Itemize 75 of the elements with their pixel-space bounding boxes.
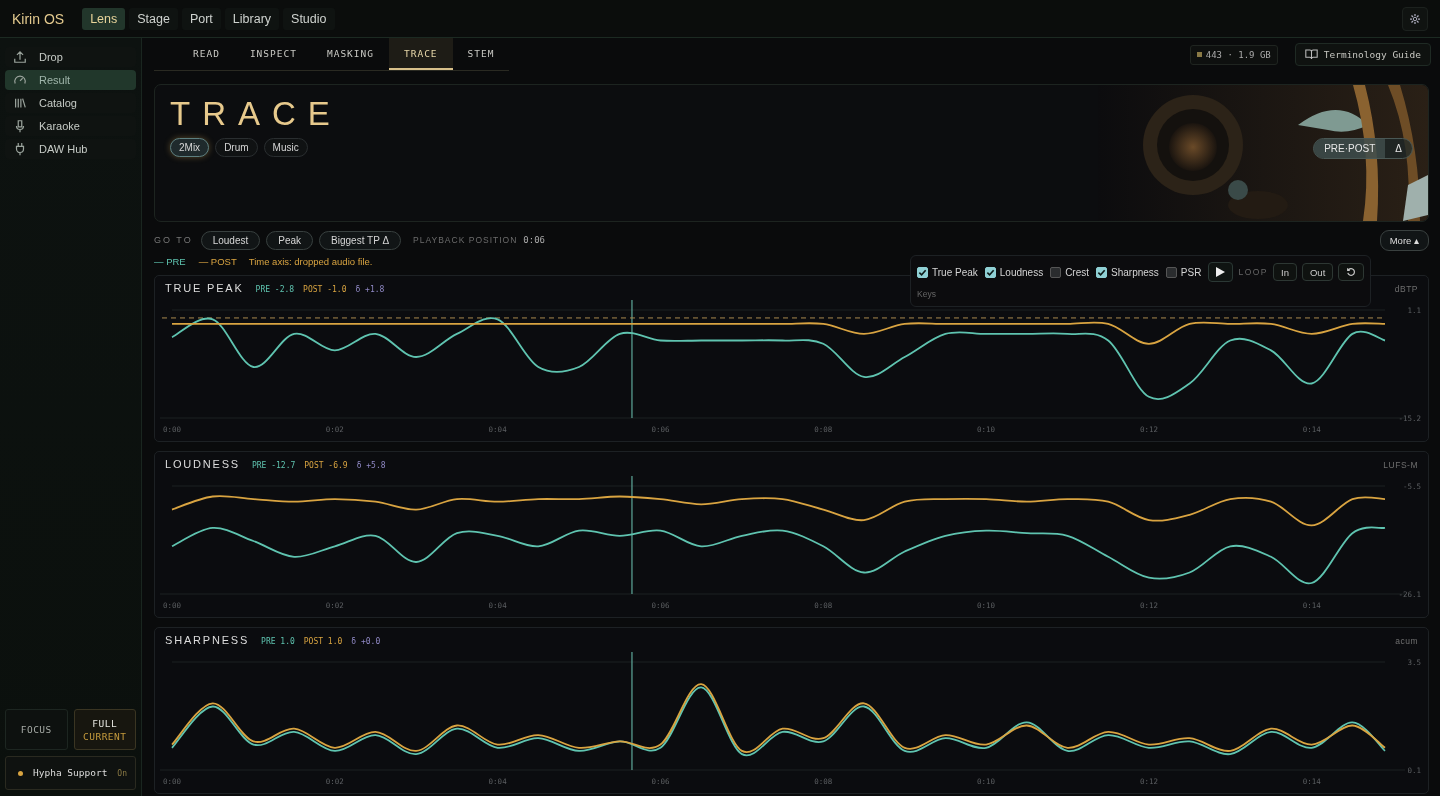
page-title: TRACE <box>170 95 342 133</box>
post-value: POST -6.9 <box>304 461 348 470</box>
post-value: POST 1.0 <box>303 637 343 646</box>
reset-icon <box>1346 267 1357 277</box>
section-tab[interactable]: MASKING <box>311 38 389 70</box>
loop-point-button[interactable]: In <box>1273 263 1297 281</box>
section-tab[interactable]: READ <box>178 38 235 70</box>
series-checkbox[interactable]: Sharpness <box>1096 266 1159 278</box>
nav-tab[interactable]: Stage <box>129 7 178 30</box>
unit-label: dBTP <box>1394 284 1418 294</box>
checkbox[interactable] <box>1096 266 1108 278</box>
view-mode-button[interactable]: FULL CURRENT <box>73 709 136 750</box>
jump-button[interactable]: Loudest <box>200 230 261 250</box>
legend-post: — POST <box>198 255 237 267</box>
goto-label: GO TO <box>154 235 193 245</box>
source-chip[interactable]: Drum <box>215 138 258 157</box>
view-mode-button[interactable]: FOCUS <box>5 709 68 750</box>
source-chip[interactable]: 2Mix <box>170 138 210 157</box>
checkbox[interactable] <box>1050 266 1062 278</box>
post-value: POST -1.0 <box>303 285 347 294</box>
delta-value: δ +1.8 <box>355 285 385 294</box>
terminology-guide-button[interactable]: Terminology Guide <box>1294 43 1431 66</box>
unit-label: acum <box>1395 636 1418 646</box>
chart-title: SHARPNESS <box>165 634 250 646</box>
series-checkbox[interactable]: Crest <box>1050 266 1090 278</box>
pre-value: PRE -2.8 <box>255 285 295 294</box>
nav-tab[interactable]: Lens <box>82 7 126 30</box>
reset-loop-button[interactable] <box>1338 263 1365 281</box>
compare-toggle[interactable]: Δ <box>1385 139 1412 158</box>
source-chip[interactable]: Music <box>263 138 308 157</box>
checkbox[interactable] <box>917 266 928 278</box>
series-checkbox[interactable]: Loudness <box>984 266 1044 278</box>
upload-icon <box>13 50 27 64</box>
unit-label: LUFS-M <box>1383 460 1418 470</box>
checkbox[interactable] <box>1165 266 1177 278</box>
chart-title: TRUE PEAK <box>165 282 244 294</box>
app-title: Kirin OS <box>12 10 65 27</box>
storage-chip: 443 · 1.9 GB <box>1189 44 1278 65</box>
pre-value: PRE -12.7 <box>251 461 296 470</box>
play-button[interactable] <box>1208 262 1234 282</box>
book-icon <box>1304 49 1318 60</box>
delta-value: δ +5.8 <box>356 461 386 470</box>
microphone-icon <box>13 119 27 133</box>
sidebar-item[interactable]: Result <box>5 70 136 90</box>
keys-caption: Keys <box>917 289 937 299</box>
jump-button[interactable]: Peak <box>266 230 314 250</box>
playback-position: 0:06 <box>523 235 545 245</box>
loop-point-button[interactable]: Out <box>1302 263 1334 281</box>
section-tab[interactable]: INSPECT <box>234 38 312 70</box>
chart-title: LOUDNESS <box>165 458 240 470</box>
series-checkbox[interactable]: True Peak <box>917 266 978 278</box>
jump-button[interactable]: Biggest TP Δ <box>319 230 402 250</box>
time-axis-note: Time axis: dropped audio file. <box>248 255 373 267</box>
settings-icon <box>1409 12 1421 25</box>
playhead-line[interactable] <box>631 300 633 419</box>
plug-icon <box>13 142 27 156</box>
playhead-line[interactable] <box>631 476 633 595</box>
nav-tab[interactable]: Port <box>181 7 221 30</box>
more-button[interactable]: More ▴ <box>1379 229 1429 251</box>
delta-value: δ +0.0 <box>351 637 381 646</box>
pre-value: PRE 1.0 <box>261 637 295 646</box>
nav-tab[interactable]: Studio <box>283 7 335 30</box>
books-icon <box>13 96 27 110</box>
section-tab[interactable]: STEM <box>452 38 510 70</box>
compare-toggle[interactable]: PRE·POST <box>1314 139 1386 158</box>
loop-label: LOOP <box>1238 267 1269 277</box>
nav-tab[interactable]: Library <box>224 7 280 30</box>
playback-position-label: PLAYBACK POSITION <box>413 235 518 245</box>
settings-button[interactable] <box>1402 6 1428 31</box>
checkbox[interactable] <box>984 266 996 278</box>
series-checkbox[interactable]: PSR <box>1165 266 1202 278</box>
legend-pre: — PRE <box>154 255 186 267</box>
section-tab[interactable]: TRACE <box>389 38 453 70</box>
support-toggle[interactable]: Hypha Support On <box>5 756 136 790</box>
play-icon <box>1216 267 1226 277</box>
